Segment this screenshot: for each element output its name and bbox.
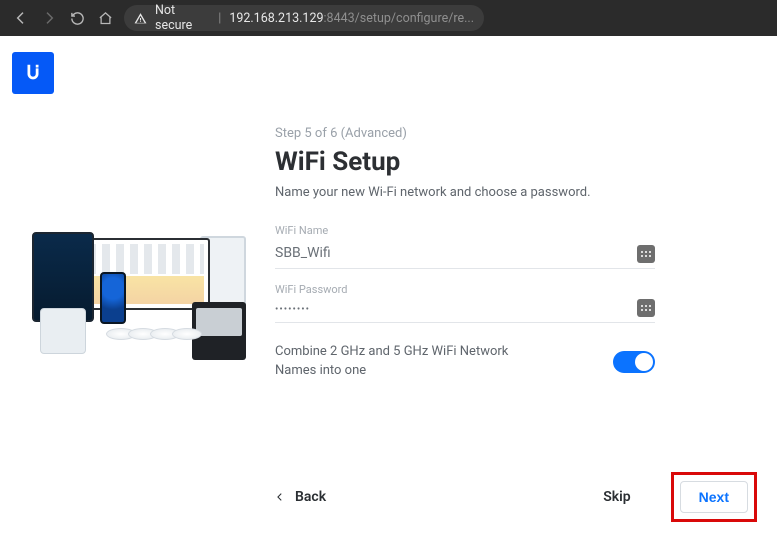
back-nav-icon[interactable] bbox=[12, 9, 30, 27]
combine-networks-row: Combine 2 GHz and 5 GHz WiFi Network Nam… bbox=[275, 343, 655, 381]
wifi-name-label: WiFi Name bbox=[275, 224, 655, 237]
brand-logo[interactable] bbox=[12, 52, 54, 94]
wifi-name-input[interactable]: SBB_Wifi bbox=[275, 241, 655, 269]
ubiquiti-icon bbox=[22, 62, 44, 84]
wifi-name-field[interactable]: WiFi Name SBB_Wifi bbox=[275, 224, 655, 269]
skip-button[interactable]: Skip bbox=[603, 489, 630, 505]
browser-toolbar: Not secure | 192.168.213.129:8443/setup/… bbox=[0, 0, 777, 36]
page-subtitle: Name your new Wi-Fi network and choose a… bbox=[275, 185, 655, 200]
devices-illustration bbox=[32, 232, 246, 362]
chevron-left-icon bbox=[275, 489, 285, 505]
address-bar[interactable]: Not secure | 192.168.213.129:8443/setup/… bbox=[124, 5, 484, 31]
wifi-password-label: WiFi Password bbox=[275, 283, 655, 296]
not-secure-icon bbox=[134, 11, 147, 25]
wizard-footer: Back Skip Next bbox=[275, 472, 757, 522]
forward-nav-icon[interactable] bbox=[40, 9, 58, 27]
security-text: Not secure bbox=[155, 3, 210, 33]
next-button[interactable]: Next bbox=[680, 481, 748, 513]
back-label: Back bbox=[295, 489, 326, 505]
keyboard-icon[interactable] bbox=[637, 299, 655, 317]
setup-form: Step 5 of 6 (Advanced) WiFi Setup Name y… bbox=[275, 126, 655, 381]
next-highlight: Next bbox=[671, 472, 757, 522]
wifi-password-field[interactable]: WiFi Password •••••••• bbox=[275, 283, 655, 323]
keyboard-icon[interactable] bbox=[637, 245, 655, 263]
footer-right: Skip Next bbox=[603, 472, 757, 522]
page-title: WiFi Setup bbox=[275, 147, 655, 177]
step-label: Step 5 of 6 (Advanced) bbox=[275, 126, 655, 141]
wifi-password-input[interactable]: •••••••• bbox=[275, 300, 655, 323]
back-button[interactable]: Back bbox=[275, 489, 326, 505]
page-body: Step 5 of 6 (Advanced) WiFi Setup Name y… bbox=[0, 36, 777, 542]
combine-networks-toggle[interactable] bbox=[613, 351, 655, 373]
url-text: 192.168.213.129:8443/setup/configure/re.… bbox=[229, 11, 474, 26]
separator: | bbox=[218, 11, 221, 26]
combine-networks-label: Combine 2 GHz and 5 GHz WiFi Network Nam… bbox=[275, 343, 535, 381]
toggle-knob bbox=[635, 353, 653, 371]
home-icon[interactable] bbox=[96, 9, 114, 27]
reload-icon[interactable] bbox=[68, 9, 86, 27]
